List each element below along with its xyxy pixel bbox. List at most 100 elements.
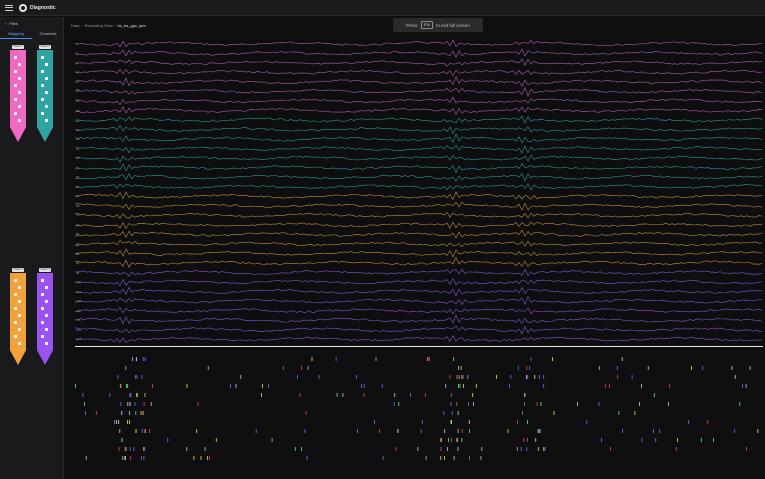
spike-mark	[746, 447, 747, 451]
spike-mark	[421, 420, 423, 424]
spike-mark	[496, 375, 497, 379]
channel-label: 88	[76, 251, 80, 256]
electrode-site	[14, 335, 17, 338]
spike-mark	[509, 384, 510, 388]
spike-mark	[461, 438, 463, 442]
electrode-site	[18, 63, 21, 66]
spike-mark	[301, 447, 302, 451]
spike-mark	[122, 456, 123, 460]
spike-mark	[167, 438, 169, 442]
spike-mark	[127, 384, 129, 388]
spike-mark	[553, 411, 555, 415]
spike-mark	[461, 429, 463, 433]
spike-mark	[119, 384, 121, 388]
electrode-site	[14, 84, 17, 87]
spike-mark	[118, 447, 120, 451]
spike-mark	[742, 384, 743, 388]
spike-mark	[271, 438, 273, 442]
spike-mark	[124, 447, 126, 451]
channel-label: 48	[76, 156, 80, 161]
spike-mark	[450, 393, 452, 397]
probe-shank-1[interactable]: Shank 1	[10, 45, 26, 142]
spike-mark	[121, 438, 123, 442]
electrode-site	[45, 314, 48, 317]
spike-mark	[141, 429, 143, 433]
spike-raster[interactable]	[75, 351, 763, 477]
spike-mark	[453, 357, 455, 361]
electrode-site	[18, 314, 21, 317]
channel-trace	[75, 75, 763, 87]
spike-mark	[537, 447, 539, 451]
spike-mark	[420, 429, 422, 433]
probe-shank-3[interactable]: Shank 3	[10, 268, 26, 365]
spike-mark	[444, 429, 446, 433]
spike-mark	[144, 357, 146, 361]
spike-mark	[305, 411, 307, 415]
menu-icon[interactable]	[5, 4, 13, 11]
spike-mark	[639, 402, 640, 406]
channel-trace	[75, 314, 763, 325]
spike-mark	[451, 438, 452, 442]
electrode-site	[41, 307, 44, 310]
spike-mark	[235, 384, 237, 388]
channel-trace	[75, 325, 763, 335]
chevron-left-icon: ‹	[5, 21, 7, 26]
spike-mark	[601, 438, 602, 442]
channel-trace	[75, 106, 763, 116]
spike-mark	[530, 357, 532, 361]
panel-divider[interactable]	[75, 346, 763, 347]
app-logo[interactable]: Diagnostic	[19, 3, 56, 12]
breadcrumb-section[interactable]: Recording View	[85, 23, 113, 28]
spike-mark	[457, 429, 459, 433]
spike-mark	[119, 429, 121, 433]
channel-label: 84	[76, 241, 80, 246]
electrode-site	[14, 321, 17, 324]
spike-mark	[357, 429, 358, 433]
spike-mark	[745, 384, 747, 388]
spike-mark	[616, 366, 618, 370]
spike-mark	[445, 384, 446, 388]
spike-mark	[209, 456, 210, 460]
spike-mark	[527, 438, 528, 442]
spike-mark	[144, 429, 146, 433]
spike-mark	[440, 447, 442, 451]
spike-mark	[84, 402, 85, 406]
spike-mark	[609, 384, 610, 388]
electrode-site	[45, 63, 48, 66]
trace-plot[interactable]	[75, 38, 763, 343]
spike-mark	[186, 384, 188, 388]
spike-mark	[361, 384, 362, 388]
spike-mark	[114, 420, 115, 424]
spike-mark	[540, 402, 542, 406]
trace-viewer[interactable]: 0 4 8 12 16 20 24 28 32 36 40 44 48 52 56 60 64 68 72 76 80 8…	[75, 38, 763, 343]
spike-mark	[622, 429, 623, 433]
breadcrumb-root[interactable]: Data	[71, 23, 79, 28]
tab-channels[interactable]: Channels	[32, 30, 64, 39]
channel-trace	[75, 133, 763, 144]
spike-mark	[453, 456, 455, 460]
channel-label: 36	[76, 127, 80, 132]
channel-label: 40	[76, 137, 80, 142]
spike-mark	[586, 420, 588, 424]
spike-mark	[143, 447, 145, 451]
spike-mark	[129, 447, 131, 451]
electrode-site	[14, 112, 17, 115]
probe-shank-4[interactable]: Shank 4	[37, 268, 53, 365]
spike-mark	[527, 420, 528, 424]
spike-mark	[82, 393, 84, 397]
spike-mark	[524, 393, 526, 397]
spike-mark	[85, 456, 87, 460]
back-link[interactable]: ‹ Files	[5, 21, 18, 26]
spike-mark	[307, 366, 309, 370]
fullscreen-hint-suffix: to exit full screen	[436, 22, 470, 28]
spike-mark	[425, 393, 426, 397]
sidebar: ‹ Files Mapping Channels Shank 1 Shank 2…	[0, 17, 64, 479]
spike-mark	[526, 366, 528, 370]
spike-mark	[129, 402, 130, 406]
probe-shank-2[interactable]: Shank 2	[37, 45, 53, 142]
tab-mapping[interactable]: Mapping	[0, 30, 32, 39]
spike-mark	[535, 438, 537, 442]
spike-mark	[118, 420, 119, 424]
channel-label: 12	[76, 70, 80, 75]
channel-label: 120	[76, 327, 82, 332]
